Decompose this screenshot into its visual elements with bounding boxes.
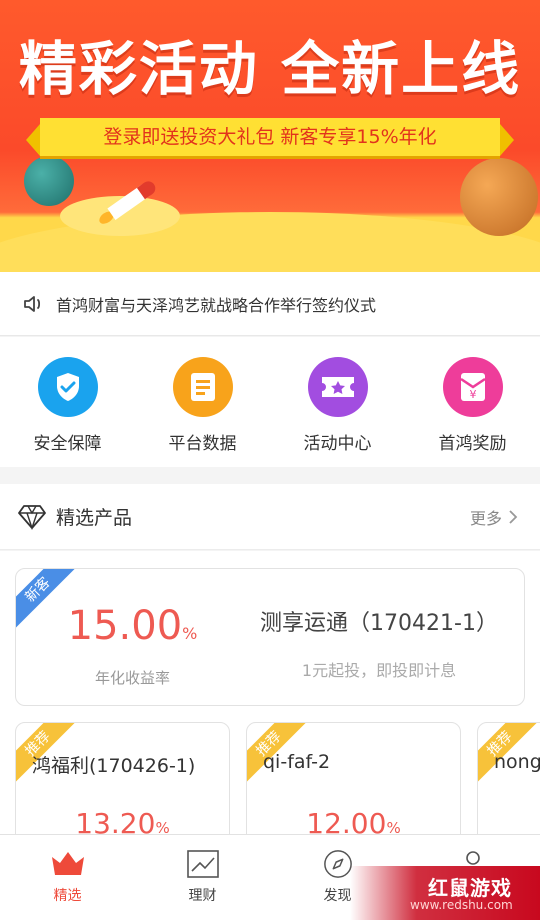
quick-item-security[interactable]: 安全保障 <box>0 337 135 467</box>
product-name: nong <box>494 751 540 773</box>
watermark-brand: 红鼠游戏 <box>428 876 512 900</box>
product-card[interactable]: 推荐 nong <box>477 722 540 834</box>
red-envelope-icon: ¥ <box>442 357 503 417</box>
product-name: 测享运通（170421-1） <box>260 611 498 636</box>
promo-banner[interactable]: 精彩活动 全新上线 登录即送投资大礼包 新客专享15%年化 <box>0 0 540 272</box>
ticket-star-icon <box>307 357 368 417</box>
tab-label: 理财 <box>188 888 217 904</box>
quick-menu: 安全保障 平台数据 活动中心 ¥ 首鸿奖励 <box>0 337 540 467</box>
diamond-icon <box>18 504 46 530</box>
tab-invest[interactable]: 理财 <box>135 835 270 920</box>
chart-icon <box>186 850 219 878</box>
speaker-icon <box>24 295 41 312</box>
quick-item-data[interactable]: 平台数据 <box>135 337 270 467</box>
product-name: qi-faf-2 <box>263 751 331 773</box>
quick-item-label: 平台数据 <box>168 434 237 454</box>
svg-text:¥: ¥ <box>469 388 476 401</box>
watermark: 红鼠游戏 www.redshu.com <box>350 866 540 920</box>
tab-label: 发现 <box>323 888 352 904</box>
planet-icon <box>460 158 538 236</box>
watermark-url: www.redshu.com <box>410 898 513 912</box>
chevron-right-icon <box>509 509 518 524</box>
quick-item-label: 安全保障 <box>33 434 102 454</box>
quick-item-events[interactable]: 活动中心 <box>270 337 405 467</box>
planet-icon <box>24 156 74 206</box>
annual-rate: 12.00% <box>306 807 401 834</box>
product-card[interactable]: 推荐 qi-faf-2 12.00% <box>246 722 461 834</box>
product-name: 鸿福利(170426-1) <box>32 755 196 777</box>
quick-item-label: 活动中心 <box>303 434 372 454</box>
annual-rate: 13.20% <box>75 807 170 834</box>
more-label: 更多 <box>469 508 502 528</box>
compass-icon <box>323 850 352 878</box>
crown-icon <box>51 852 84 875</box>
quick-item-label: 首鸿奖励 <box>438 434 507 454</box>
section-header: 精选产品 更多 <box>0 484 540 550</box>
document-icon <box>172 357 233 417</box>
banner-title: 精彩活动 全新上线 <box>18 35 522 103</box>
featured-product-card[interactable]: 新客 15.00% 年化收益率 测享运通（170421-1） 1元起投，即投即计… <box>15 568 525 706</box>
more-link[interactable]: 更多 <box>470 505 518 529</box>
tab-label: 精选 <box>53 888 82 904</box>
notice-text: 首鸿财富与天泽鸿艺就战略合作举行签约仪式 <box>56 295 377 315</box>
tab-featured[interactable]: 精选 <box>0 835 135 920</box>
shield-check-icon <box>37 357 98 417</box>
section-title: 精选产品 <box>56 507 133 529</box>
banner-ribbon: 登录即送投资大礼包 新客专享15%年化 <box>26 118 514 156</box>
quick-item-rewards[interactable]: ¥ 首鸿奖励 <box>405 337 540 467</box>
product-subtitle: 1元起投，即投即计息 <box>301 661 457 680</box>
product-list: 新客 15.00% 年化收益率 测享运通（170421-1） 1元起投，即投即计… <box>0 551 540 834</box>
annual-rate: 15.00% <box>67 603 198 649</box>
product-card[interactable]: 推荐 鸿福利(170426-1) 13.20% <box>15 722 230 834</box>
annual-rate-caption: 年化收益率 <box>94 669 170 687</box>
notice-bar[interactable]: 首鸿财富与天泽鸿艺就战略合作举行签约仪式 <box>0 272 540 336</box>
